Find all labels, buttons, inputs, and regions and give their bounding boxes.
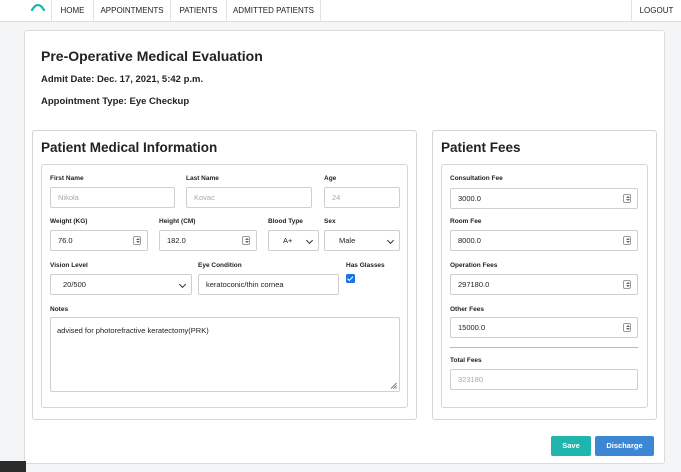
- nav-home[interactable]: HOME: [51, 0, 93, 22]
- room-fee-label: Room Fee: [450, 218, 482, 225]
- height-label: Height (CM): [159, 218, 196, 225]
- eye-condition-input[interactable]: keratoconic/thin cornea: [198, 274, 339, 295]
- medical-info-title: Patient Medical Information: [41, 140, 218, 155]
- fees-divider: [450, 347, 638, 348]
- notes-text: advised for photorefractive keratectomy(…: [57, 326, 209, 335]
- weight-label: Weight (KG): [50, 218, 88, 225]
- logo-icon: [31, 3, 45, 12]
- nav-admitted-patients[interactable]: ADMITTED PATIENTS: [226, 0, 321, 22]
- room-fee-input[interactable]: 8000.0: [450, 230, 638, 251]
- height-input[interactable]: 182.0: [159, 230, 257, 251]
- notes-textarea[interactable]: advised for photorefractive keratectomy(…: [50, 317, 400, 392]
- resize-handle-icon[interactable]: [390, 382, 397, 389]
- discharge-button[interactable]: Discharge: [595, 436, 654, 456]
- sex-label: Sex: [324, 218, 336, 225]
- notes-label: Notes: [50, 306, 69, 313]
- fees-title: Patient Fees: [441, 140, 521, 155]
- age-label: Age: [324, 175, 337, 182]
- chevron-down-icon: [386, 236, 395, 245]
- vision-level-select[interactable]: 20/500: [50, 274, 192, 295]
- sex-value: Male: [339, 236, 356, 245]
- nav-patients[interactable]: PATIENTS: [170, 0, 226, 22]
- last-name-field[interactable]: Kovac: [186, 187, 312, 208]
- operation-fees-value: 297180.0: [458, 280, 490, 289]
- other-fees-input[interactable]: 15000.0: [450, 317, 638, 338]
- has-glasses-label: Has Glasses: [346, 262, 385, 269]
- weight-spinner-icon[interactable]: [133, 236, 141, 245]
- sex-select[interactable]: Male: [324, 230, 400, 251]
- blood-type-label: Blood Type: [268, 218, 303, 225]
- chevron-down-icon: [178, 280, 187, 289]
- top-nav: HOME APPOINTMENTS PATIENTS ADMITTED PATI…: [0, 0, 681, 22]
- total-fees-field: 323180: [450, 369, 638, 390]
- blood-type-value: A+: [283, 236, 293, 245]
- admit-date: Admit Date: Dec. 17, 2021, 5:42 p.m.: [41, 74, 204, 85]
- page-title: Pre-Operative Medical Evaluation: [41, 48, 263, 64]
- operation-spinner-icon[interactable]: [623, 280, 631, 289]
- other-spinner-icon[interactable]: [623, 323, 631, 332]
- operation-fees-label: Operation Fees: [450, 262, 498, 269]
- appointment-type: Appointment Type: Eye Checkup: [41, 96, 190, 107]
- total-fees-label: Total Fees: [450, 357, 482, 364]
- consultation-fee-input[interactable]: 3000.0: [450, 188, 638, 209]
- age-field[interactable]: 24: [324, 187, 400, 208]
- operation-fees-input[interactable]: 297180.0: [450, 274, 638, 295]
- vision-level-label: Vision Level: [50, 262, 88, 269]
- first-name-field[interactable]: Nikola: [50, 187, 175, 208]
- eye-condition-label: Eye Condition: [198, 262, 242, 269]
- has-glasses-checkbox[interactable]: [346, 274, 355, 283]
- logout-link[interactable]: LOGOUT: [631, 0, 681, 22]
- consultation-fee-value: 3000.0: [458, 194, 481, 203]
- height-spinner-icon[interactable]: [242, 236, 250, 245]
- taskbar-corner: [0, 461, 26, 472]
- room-spinner-icon[interactable]: [623, 236, 631, 245]
- blood-type-select[interactable]: A+: [268, 230, 319, 251]
- vision-level-value: 20/500: [63, 280, 86, 289]
- chevron-down-icon: [305, 236, 314, 245]
- weight-value: 76.0: [58, 236, 73, 245]
- room-fee-value: 8000.0: [458, 236, 481, 245]
- weight-input[interactable]: 76.0: [50, 230, 148, 251]
- nav-appointments[interactable]: APPOINTMENTS: [93, 0, 170, 22]
- consultation-spinner-icon[interactable]: [623, 194, 631, 203]
- save-button[interactable]: Save: [551, 436, 591, 456]
- first-name-label: First Name: [50, 175, 84, 182]
- other-fees-label: Other Fees: [450, 306, 484, 313]
- height-value: 182.0: [167, 236, 186, 245]
- other-fees-value: 15000.0: [458, 323, 486, 332]
- consultation-fee-label: Consultation Fee: [450, 175, 503, 182]
- last-name-label: Last Name: [186, 175, 219, 182]
